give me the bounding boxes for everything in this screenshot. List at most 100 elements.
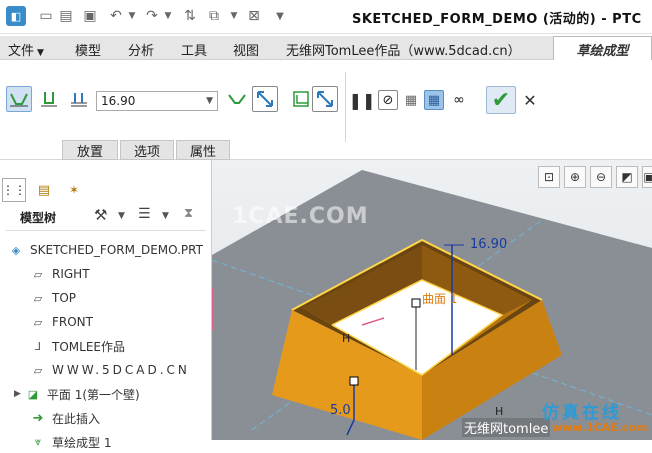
settings-dropdown-icon[interactable]: ▼: [118, 211, 125, 221]
file-dropdown-icon: ▼: [37, 48, 44, 58]
zoom-in-icon[interactable]: ⊕: [564, 166, 586, 188]
check-icon: ✔: [491, 87, 511, 113]
datum-plane-icon: ▱: [33, 267, 43, 281]
watermark-fangzhen: 仿真在线: [542, 403, 622, 423]
glasses-icon[interactable]: ∞: [448, 90, 470, 110]
drag-handle[interactable]: [411, 298, 421, 308]
tree-item-label: WWW.5DCAD.CN: [52, 363, 190, 377]
new-file-icon[interactable]: ▭: [38, 8, 54, 24]
tab-options[interactable]: 选项: [120, 140, 174, 160]
tree-item-website[interactable]: ▱ WWW.5DCAD.CN: [30, 359, 242, 381]
thickness-dropdown-icon[interactable]: ▼: [206, 96, 213, 106]
tree-item-label: 草绘成型 1: [52, 435, 112, 450]
tab-properties[interactable]: 属性: [176, 140, 230, 160]
open-folder-icon[interactable]: ▤: [58, 8, 74, 24]
settings-icon[interactable]: ⚒: [94, 206, 107, 224]
regenerate-icon[interactable]: ⇅: [182, 8, 198, 24]
repaint-icon[interactable]: ◩: [616, 166, 638, 188]
ribbon-divider: [345, 72, 346, 142]
tree-item-top[interactable]: ▱ TOP: [30, 287, 242, 309]
drag-handle[interactable]: [349, 376, 359, 386]
tree-item-front[interactable]: ▱ FRONT: [30, 311, 242, 333]
part-icon: ◈: [11, 243, 21, 257]
tree-item-label: SKETCHED_FORM_DEMO.PRT: [30, 243, 203, 257]
zoom-refit-icon[interactable]: ⊡: [538, 166, 560, 188]
redo-icon[interactable]: ↷: [144, 8, 160, 24]
no-preview-icon[interactable]: ⊘: [378, 90, 398, 110]
save-icon[interactable]: ▣: [82, 8, 98, 24]
tab-analysis[interactable]: 分析: [128, 40, 154, 59]
tree-item-label: TOMLEE作品: [52, 339, 125, 354]
undo-dropdown-icon[interactable]: ▼: [124, 8, 140, 24]
tree-item-right[interactable]: ▱ RIGHT: [30, 263, 242, 285]
filter-icon[interactable]: ⧗: [184, 206, 193, 221]
coordinate-system-icon: ⅃: [34, 339, 42, 353]
flip-direction-icon[interactable]: [252, 86, 278, 112]
sheet-side-icon[interactable]: [290, 88, 312, 110]
tree-item-part[interactable]: ◈ SKETCHED_FORM_DEMO.PRT: [8, 239, 220, 261]
material-side-icon[interactable]: [224, 86, 250, 112]
tree-item-sketched-form[interactable]: ⩔ 草绘成型 1: [30, 431, 242, 453]
tree-item-tomlee[interactable]: ⅃ TOMLEE作品: [30, 335, 242, 357]
preview-icon[interactable]: ▦: [401, 90, 421, 110]
watermark-url: www.1CAE.com: [552, 421, 648, 434]
window-title: SKETCHED_FORM_DEMO (活动的) - PTC: [352, 12, 642, 27]
app-logo-icon[interactable]: ◧: [6, 6, 26, 26]
tab-placement[interactable]: 放置: [62, 140, 118, 160]
datum-plane-icon: ▱: [33, 363, 43, 377]
show-icon[interactable]: ☰: [138, 206, 151, 222]
tab-view[interactable]: 视图: [233, 40, 259, 59]
windows-dropdown-icon[interactable]: ▼: [226, 8, 242, 24]
undo-icon[interactable]: ↶: [108, 8, 124, 24]
dimension-bottom[interactable]: 5.0: [330, 403, 351, 418]
zoom-out-icon[interactable]: ⊖: [590, 166, 612, 188]
favorites-icon[interactable]: ✶: [62, 178, 86, 202]
model-tree-tab-icon[interactable]: ⋮⋮: [2, 178, 26, 202]
tree-item-label: 平面 1(第一个壁): [46, 387, 140, 402]
tab-tools[interactable]: 工具: [181, 40, 207, 59]
tree-item-label: 在此插入: [52, 411, 101, 426]
surface-label: 曲面 1: [422, 292, 458, 306]
tab-sketched-form[interactable]: 草绘成型: [553, 36, 652, 61]
piercing-icon[interactable]: [36, 86, 62, 112]
display-style-icon[interactable]: ▣: [642, 166, 652, 188]
expand-icon[interactable]: ▶: [14, 389, 21, 399]
graphics-viewport[interactable]: ⊡ ⊕ ⊖ ◩ ▣ 16.90 5.0 曲面 1 H H 1CAE.COM 无维…: [212, 160, 652, 440]
confirm-button[interactable]: ✔: [486, 86, 516, 114]
redo-dropdown-icon[interactable]: ▼: [160, 8, 176, 24]
datum-plane-icon: ▱: [33, 315, 43, 329]
dimension-top[interactable]: 16.90: [470, 237, 507, 252]
form-icon: ⩔: [34, 435, 42, 448]
tree-item-wall[interactable]: ▶ ◪ 平面 1(第一个壁): [14, 383, 226, 405]
tree-item-label: FRONT: [52, 315, 93, 329]
watermark-tomlee: 无维网tomlee: [462, 418, 551, 437]
menu-file[interactable]: 文件 ▼: [8, 40, 44, 59]
tree-item-label: RIGHT: [52, 267, 90, 281]
datum-plane-icon: ▱: [33, 291, 43, 305]
sheet-wall-icon: ◪: [27, 387, 39, 401]
verify-icon[interactable]: ▦: [424, 90, 444, 110]
windows-icon[interactable]: ⧉: [206, 8, 222, 24]
tree-item-insert-here[interactable]: ➜ 在此插入: [30, 407, 242, 429]
model-tree-panel: ⋮⋮ ▤ ✶ 模型树 ⚒ ▼ ☰ ▼ ⧗ ◈ SKETCHED_FORM_DEM…: [0, 160, 212, 450]
tree-item-label: TOP: [52, 291, 77, 305]
tab-author[interactable]: 无维网TomLee作品（www.5dcad.cn）: [286, 40, 521, 59]
thickness-value: 16.90: [101, 94, 136, 108]
customize-toolbar-icon[interactable]: ▼: [272, 8, 288, 24]
tree-divider: [6, 230, 206, 231]
punch-icon[interactable]: [6, 86, 32, 112]
constraint-label-h2: H: [495, 405, 504, 418]
cancel-button[interactable]: ✕: [520, 90, 540, 110]
menu-file-label: 文件: [8, 44, 35, 59]
tab-model[interactable]: 模型: [75, 40, 101, 59]
show-dropdown-icon[interactable]: ▼: [162, 211, 169, 221]
flip-side-icon[interactable]: [312, 86, 338, 112]
thickness-input[interactable]: 16.90 ▼: [96, 91, 218, 111]
close-window-icon[interactable]: ⊠: [246, 8, 262, 24]
title-bar: ◧ ▭ ▤ ▣ ↶ ▼ ↷ ▼ ⇅ ⧉ ▼ ⊠ ▼ SKETCHED_FORM_…: [0, 0, 652, 34]
watermark-1cae: 1CAE.COM: [232, 204, 369, 229]
thickness-icon: [68, 88, 90, 110]
constraint-label-h1: H: [342, 332, 351, 345]
pause-icon[interactable]: ❚❚: [349, 90, 376, 110]
folder-browser-icon[interactable]: ▤: [32, 178, 56, 202]
